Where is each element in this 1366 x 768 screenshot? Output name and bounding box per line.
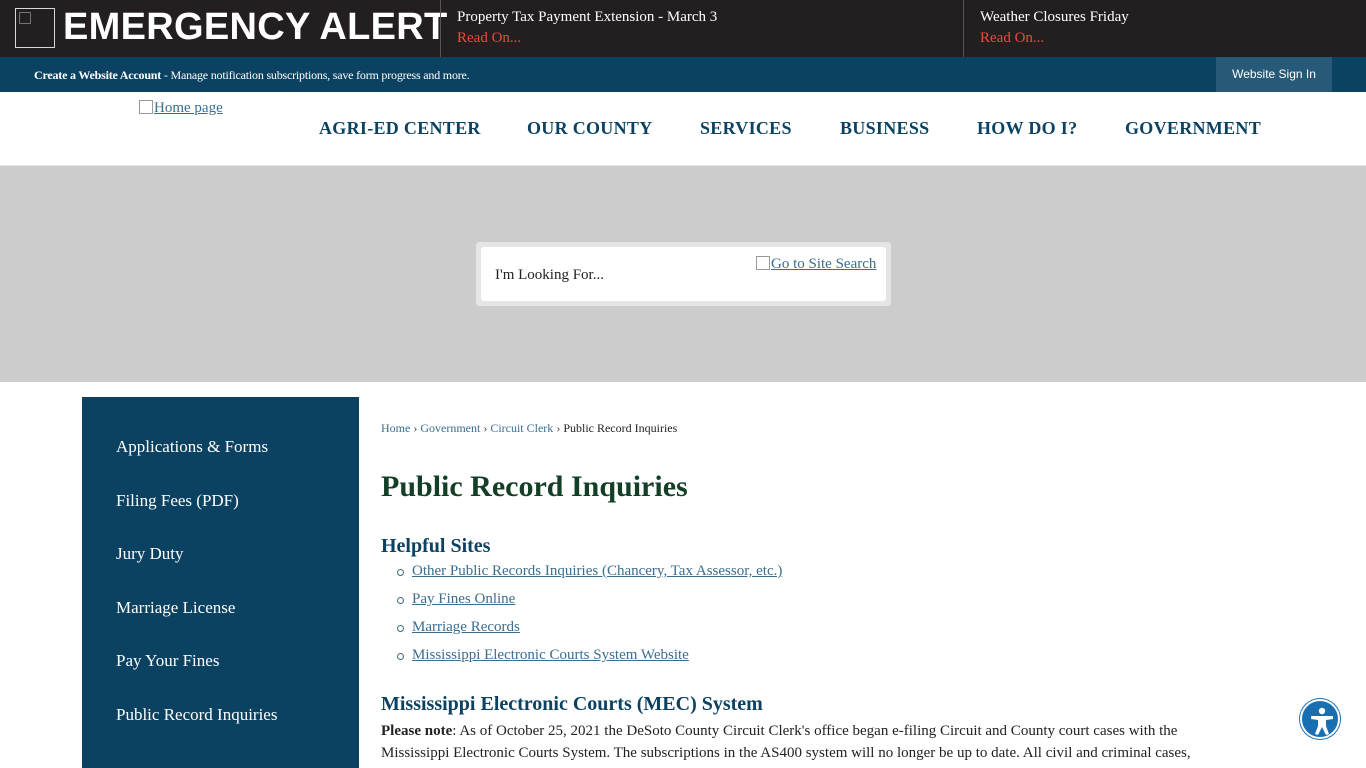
go-to-site-search-button[interactable]: Go to Site Search [756,256,876,273]
nav-how-do-i[interactable]: HOW DO I? [977,118,1077,139]
create-account-link[interactable]: Create a Website Account [34,68,161,82]
sidebar-item-public-record-inquiries[interactable]: Public Record Inquiries [116,705,277,725]
broken-image-icon [139,100,153,114]
home-page-logo-link[interactable]: Home page [139,100,223,117]
link-mec-system-website[interactable]: Mississippi Electronic Courts System Web… [412,647,689,664]
breadcrumb: Home › Government › Circuit Clerk › Public Rec… [381,421,677,436]
alert-item-title: Weather Closures Friday [980,9,1129,25]
alert-read-on-link[interactable]: Read On... [457,27,717,49]
site-search-input[interactable] [495,264,745,286]
breadcrumb-separator: › [483,421,488,435]
mec-heading: Mississippi Electronic Courts (MEC) Syst… [381,693,763,715]
breadcrumb-separator: › [556,421,561,435]
nav-services[interactable]: SERVICES [700,118,792,139]
search-banner: Go to Site Search [0,166,1366,382]
emergency-alert-title: EMERGENCY ALERT [63,6,448,48]
sidebar-item-pay-your-fines[interactable]: Pay Your Fines [116,651,219,671]
search-box: Go to Site Search [481,247,886,301]
link-pay-fines-online[interactable]: Pay Fines Online [412,591,515,608]
breadcrumb-circuit-clerk[interactable]: Circuit Clerk [490,421,553,435]
alert-item-title: Property Tax Payment Extension - March 3 [457,9,718,25]
alert-item-property-tax[interactable]: Property Tax Payment Extension - March 3… [457,7,717,49]
alert-divider [440,0,441,57]
sidebar-item-marriage-license[interactable]: Marriage License [116,598,235,618]
breadcrumb-home[interactable]: Home [381,421,410,435]
breadcrumb-separator: › [413,421,418,435]
go-to-site-search-alt: Go to Site Search [771,256,877,272]
alert-image-icon [15,8,55,48]
breadcrumb-government[interactable]: Government [420,421,480,435]
site-header: Home page AGRI-ED CENTER OUR COUNTY SERV… [0,92,1366,166]
helpful-sites-heading: Helpful Sites [381,535,491,557]
account-message: Create a Website Account - Manage notifi… [34,68,470,83]
note-label: Please note [381,723,453,739]
nav-government[interactable]: GOVERNMENT [1125,118,1261,139]
sidebar-nav: Applications & Forms Filing Fees (PDF) J… [82,397,359,768]
accessibility-button[interactable] [1300,699,1340,739]
sidebar-item-applications-forms[interactable]: Applications & Forms [116,437,268,457]
accessibility-icon [1311,707,1333,735]
account-bar: Create a Website Account - Manage notifi… [0,57,1366,92]
link-marriage-records[interactable]: Marriage Records [412,619,520,636]
broken-image-icon [756,256,770,270]
home-page-logo-alt: Home page [154,100,223,116]
account-description: - Manage notification subscriptions, sav… [161,68,470,82]
breadcrumb-current: Public Record Inquiries [563,421,678,435]
search-frame: Go to Site Search [476,242,891,306]
note-text: : As of October 25, 2021 the DeSoto Coun… [381,723,1191,761]
nav-our-county[interactable]: OUR COUNTY [527,118,653,139]
nav-business[interactable]: BUSINESS [840,118,929,139]
alert-read-on-link[interactable]: Read On... [980,27,1129,49]
alert-item-weather-closures[interactable]: Weather Closures Friday Read On... [980,7,1129,49]
link-other-public-records[interactable]: Other Public Records Inquiries (Chancery… [412,563,782,580]
website-sign-in-button[interactable]: Website Sign In [1216,57,1332,92]
mec-note-paragraph: Please note: As of October 25, 2021 the … [381,720,1231,764]
emergency-alert-bar: EMERGENCY ALERT Property Tax Payment Ext… [0,0,1366,57]
alert-divider [963,0,964,57]
sidebar-item-filing-fees[interactable]: Filing Fees (PDF) [116,491,239,511]
page-title: Public Record Inquiries [381,470,688,503]
sidebar-item-jury-duty[interactable]: Jury Duty [116,544,184,564]
nav-agri-ed-center[interactable]: AGRI-ED CENTER [319,118,481,139]
